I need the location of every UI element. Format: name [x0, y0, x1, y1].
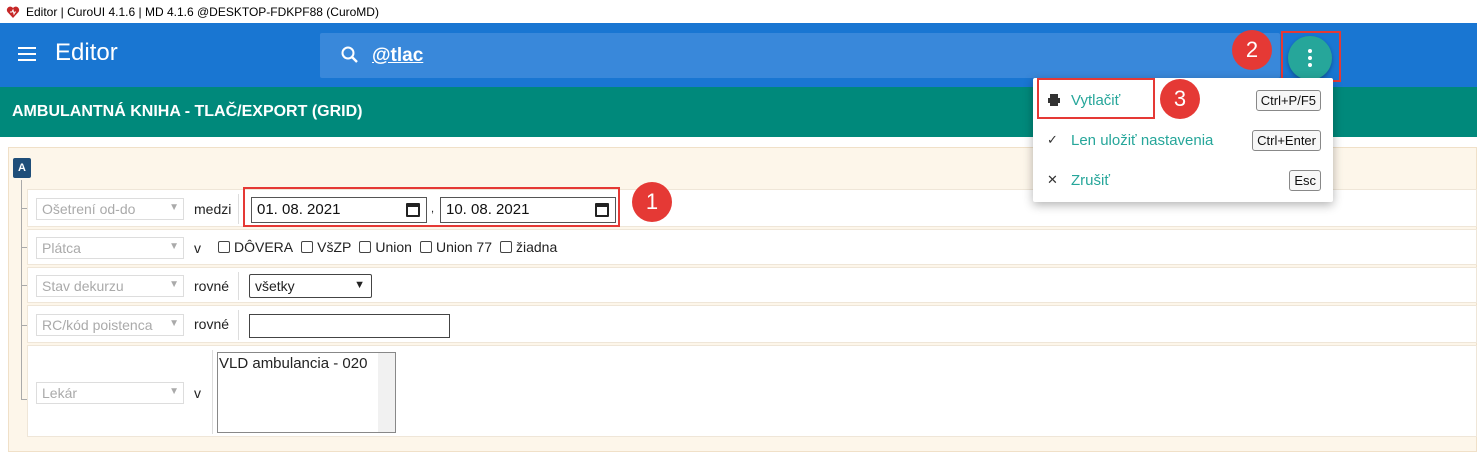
window-titlebar: Editor | CuroUI 4.1.6 | MD 4.1.6 @DESKTO…	[0, 0, 1477, 23]
field-label: Ošetrení od-do	[42, 201, 136, 217]
calendar-icon[interactable]	[595, 203, 609, 217]
operator-label: v	[194, 385, 201, 401]
menu-item-label: Len uložiť nastavenia	[1071, 131, 1214, 149]
field-select-doctor[interactable]: Lekár ▼	[36, 382, 184, 404]
check-icon: ✓	[1047, 132, 1058, 147]
date-from-value: 01. 08. 2021	[257, 201, 341, 218]
checkbox[interactable]	[218, 241, 230, 253]
menu-item-label: Zrušiť	[1071, 171, 1110, 189]
calendar-icon[interactable]	[406, 203, 420, 217]
more-options-button[interactable]	[1288, 36, 1332, 80]
shortcut-badge: Ctrl+Enter	[1252, 129, 1321, 151]
checkbox-label: DÔVERA	[234, 239, 294, 255]
field-label: Lekár	[42, 385, 78, 401]
selected-value: všetky	[255, 278, 295, 294]
chevron-down-icon: ▼	[354, 279, 365, 291]
annotation-badge-2: 2	[1232, 30, 1272, 70]
insured-id-input[interactable]	[249, 314, 450, 338]
date-to-value: 10. 08. 2021	[446, 201, 530, 218]
list-item[interactable]: VLD ambulancia - 020	[219, 355, 394, 372]
checkbox[interactable]	[500, 241, 512, 253]
divider	[238, 310, 239, 340]
date-separator: ,	[431, 203, 435, 215]
chevron-down-icon: ▼	[169, 386, 179, 397]
menu-item-cancel[interactable]: ✕ Zrušiť Esc	[1033, 160, 1333, 200]
payer-checkbox-group: DÔVERA VšZP Union Union 77 žiadna	[218, 239, 565, 255]
shortcut-badge: Esc	[1289, 169, 1321, 191]
checkbox-label: žiadna	[516, 239, 558, 255]
checkbox-label: Union	[375, 239, 412, 255]
checkbox[interactable]	[301, 241, 314, 253]
checkbox-label: VšZP	[317, 239, 352, 255]
printer-icon	[1048, 94, 1060, 106]
divider	[238, 194, 239, 224]
app-title: Editor	[55, 39, 118, 66]
date-to-input[interactable]: 10. 08. 2021	[440, 197, 616, 223]
doctor-listbox[interactable]: VLD ambulancia - 020	[217, 352, 396, 433]
field-select-record-status[interactable]: Stav dekurzu ▼	[36, 275, 184, 297]
checkbox[interactable]	[419, 241, 432, 253]
filter-row-record-status: Stav dekurzu ▼ rovné všetky ▼	[27, 267, 1477, 303]
field-label: Stav dekurzu	[42, 278, 124, 294]
search-icon	[341, 46, 358, 63]
filter-row-doctor: Lekár ▼ v VLD ambulancia - 020	[27, 345, 1477, 437]
scrollbar[interactable]	[378, 353, 395, 432]
operator-label: rovné	[194, 278, 230, 294]
payer-checkbox-dovera[interactable]: DÔVERA	[218, 239, 293, 255]
date-from-input[interactable]: 01. 08. 2021	[251, 197, 427, 223]
filter-row-payer: Plátca ▼ v DÔVERA VšZP Union Union 77 žia…	[27, 229, 1477, 265]
field-label: Plátca	[42, 240, 81, 256]
payer-checkbox-union-77[interactable]: Union 77	[419, 239, 492, 255]
filter-row-insured-id: RC/kód poistenca ▼ rovné	[27, 305, 1477, 343]
close-icon: ✕	[1047, 172, 1058, 187]
payer-checkbox-union[interactable]: Union	[359, 239, 412, 255]
hamburger-menu-icon[interactable]	[18, 47, 36, 61]
divider	[212, 350, 213, 434]
search-input[interactable]: @tlac	[372, 45, 423, 67]
payer-checkbox-none[interactable]: žiadna	[500, 239, 557, 255]
chevron-down-icon: ▼	[169, 202, 179, 213]
window-title: Editor | CuroUI 4.1.6 | MD 4.1.6 @DESKTO…	[26, 4, 379, 19]
chevron-down-icon: ▼	[169, 241, 179, 252]
tree-connector	[21, 180, 22, 400]
menu-item-save-settings[interactable]: ✓ Len uložiť nastavenia Ctrl+Enter	[1033, 120, 1333, 160]
checkbox[interactable]	[359, 241, 372, 253]
search-bar[interactable]: @tlac	[320, 33, 1280, 78]
annotation-badge-3: 3	[1160, 79, 1200, 119]
menu-item-label: Vytlačiť	[1071, 91, 1121, 109]
operator-label: rovné	[194, 316, 230, 332]
annotation-badge-1: 1	[632, 182, 672, 222]
heart-logo-icon	[6, 6, 20, 18]
chevron-down-icon: ▼	[169, 318, 179, 329]
chevron-down-icon: ▼	[169, 279, 179, 290]
checkbox-label: Union 77	[435, 239, 492, 255]
page-title: AMBULANTNÁ KNIHA - TLAČ/EXPORT (GRID)	[12, 103, 363, 120]
field-select-insured-id[interactable]: RC/kód poistenca ▼	[36, 314, 184, 336]
divider	[238, 272, 239, 300]
operator-label: medzi	[194, 201, 232, 217]
group-tag[interactable]: A	[13, 158, 31, 178]
payer-checkbox-vszp[interactable]: VšZP	[301, 239, 351, 255]
field-select-payer[interactable]: Plátca ▼	[36, 237, 184, 259]
field-label: RC/kód poistenca	[42, 317, 153, 333]
operator-label: v	[194, 240, 201, 256]
field-select-treatment-date[interactable]: Ošetrení od-do ▼	[36, 198, 184, 220]
status-select[interactable]: všetky ▼	[249, 274, 372, 298]
shortcut-badge: Ctrl+P/F5	[1255, 89, 1321, 111]
